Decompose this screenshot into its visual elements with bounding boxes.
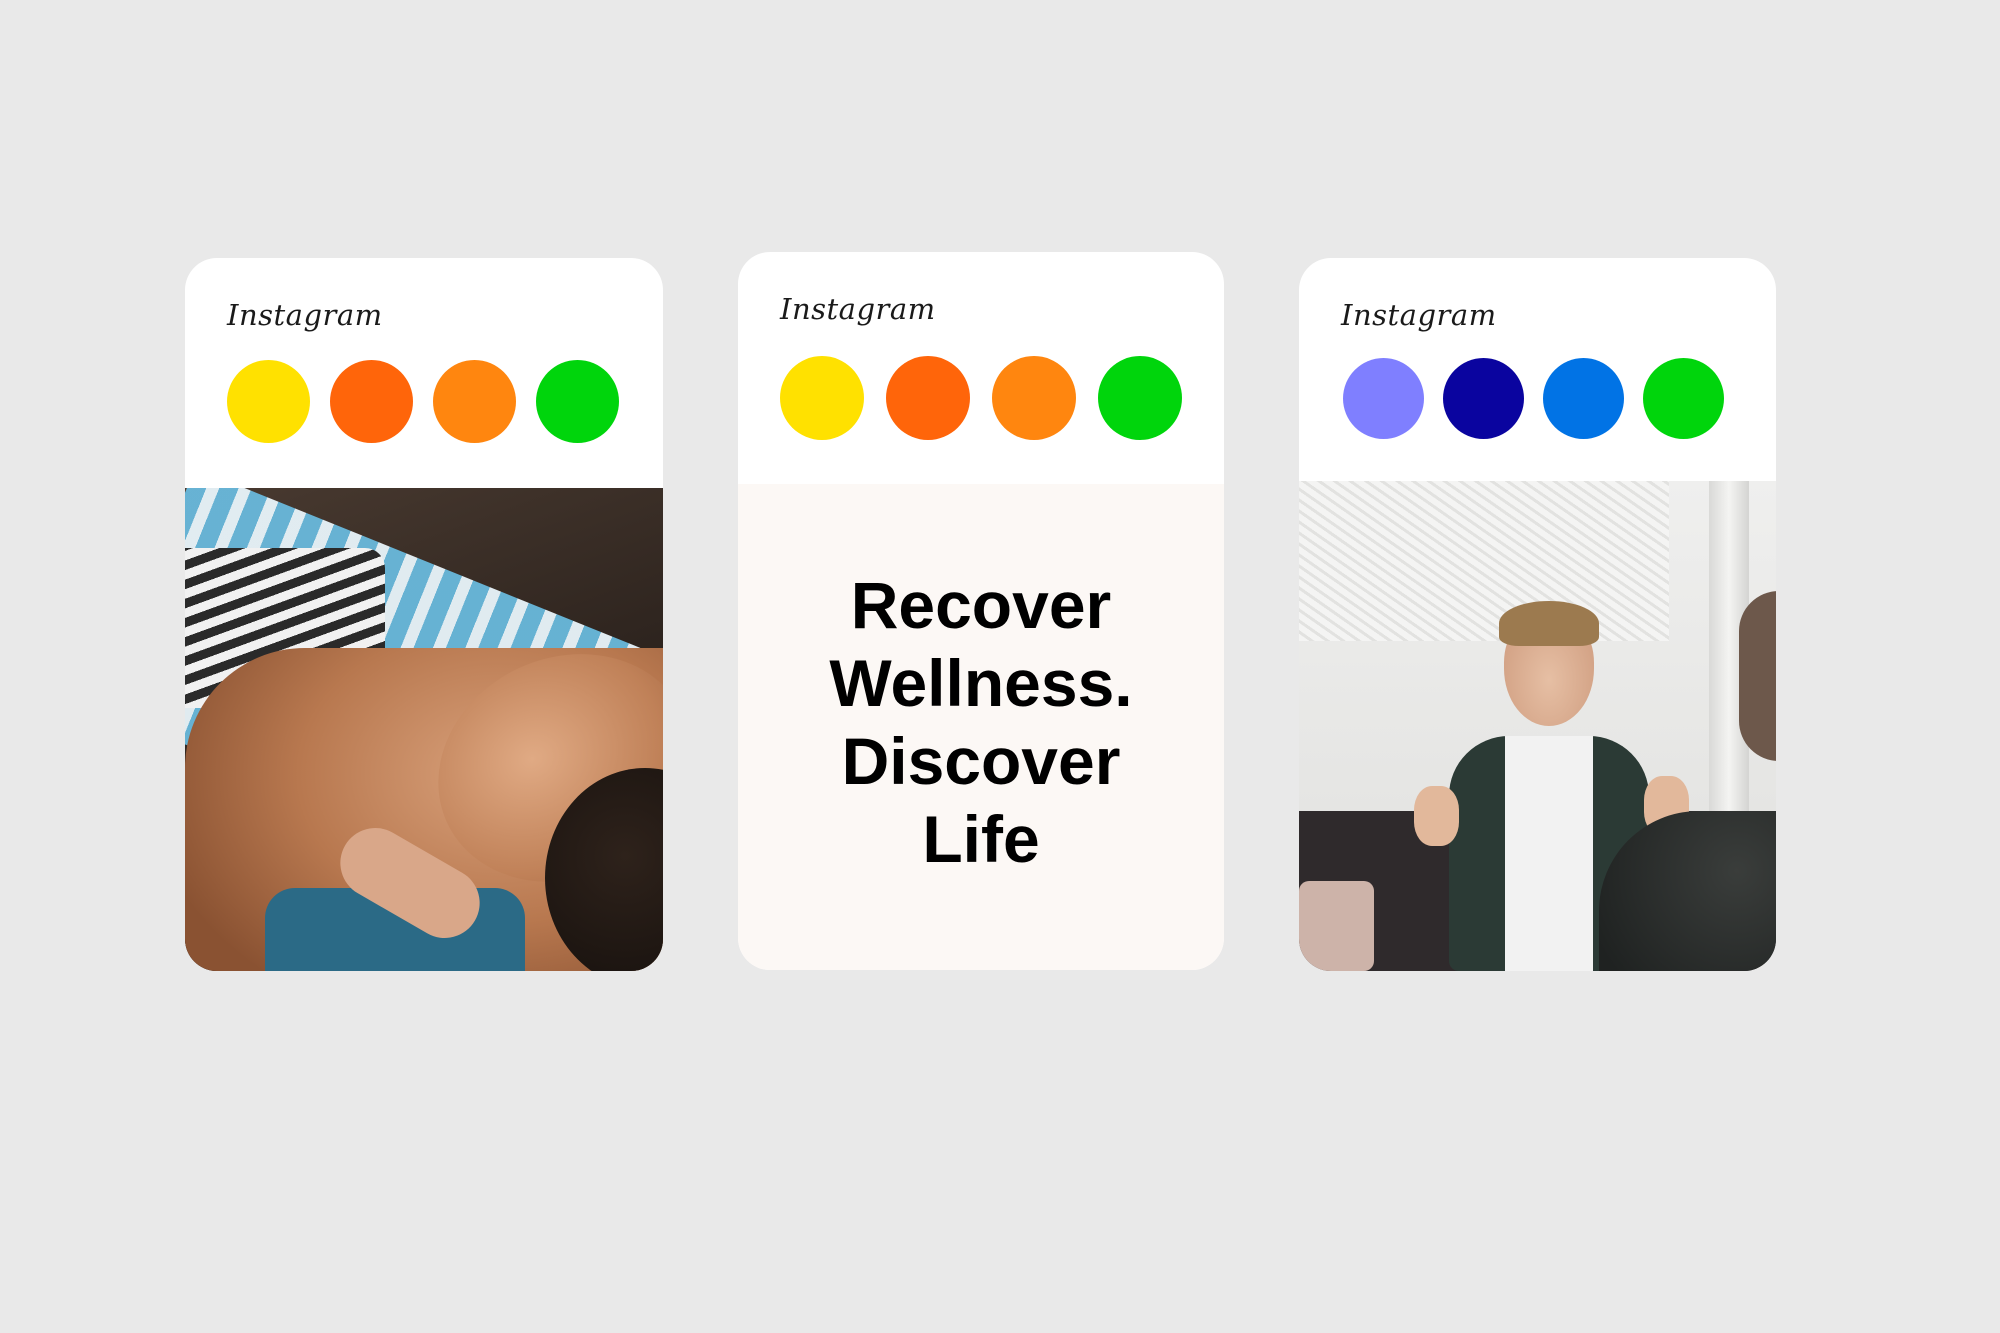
headline-line: Discover <box>841 724 1121 798</box>
instagram-card-1: Instagram <box>185 258 663 971</box>
color-swatch <box>1543 358 1624 439</box>
color-swatch <box>330 360 413 443</box>
massage-photo <box>185 488 663 971</box>
color-swatch <box>1098 356 1182 440</box>
counseling-photo <box>1299 481 1776 971</box>
instagram-wordmark: Instagram <box>227 298 383 332</box>
color-swatch <box>1343 358 1424 439</box>
color-palette <box>1343 358 1724 439</box>
color-swatch <box>780 356 864 440</box>
headline-panel: Recover Wellness. Discover Life <box>738 484 1224 970</box>
color-swatch <box>227 360 310 443</box>
headline: Recover Wellness. Discover Life <box>829 566 1132 878</box>
color-swatch <box>433 360 516 443</box>
color-palette <box>227 360 619 443</box>
instagram-card-3: Instagram <box>1299 258 1776 971</box>
color-swatch <box>1443 358 1524 439</box>
instagram-card-2: Instagram Recover Wellness. Discover Lif… <box>738 252 1224 970</box>
color-swatch <box>1643 358 1724 439</box>
color-swatch <box>992 356 1076 440</box>
headline-line: Wellness. <box>829 646 1133 720</box>
headline-line: Life <box>922 802 1040 876</box>
color-swatch <box>886 356 970 440</box>
color-palette <box>780 356 1182 440</box>
headline-line: Recover <box>850 568 1112 642</box>
instagram-wordmark: Instagram <box>780 292 936 326</box>
color-swatch <box>536 360 619 443</box>
instagram-wordmark: Instagram <box>1341 298 1497 332</box>
